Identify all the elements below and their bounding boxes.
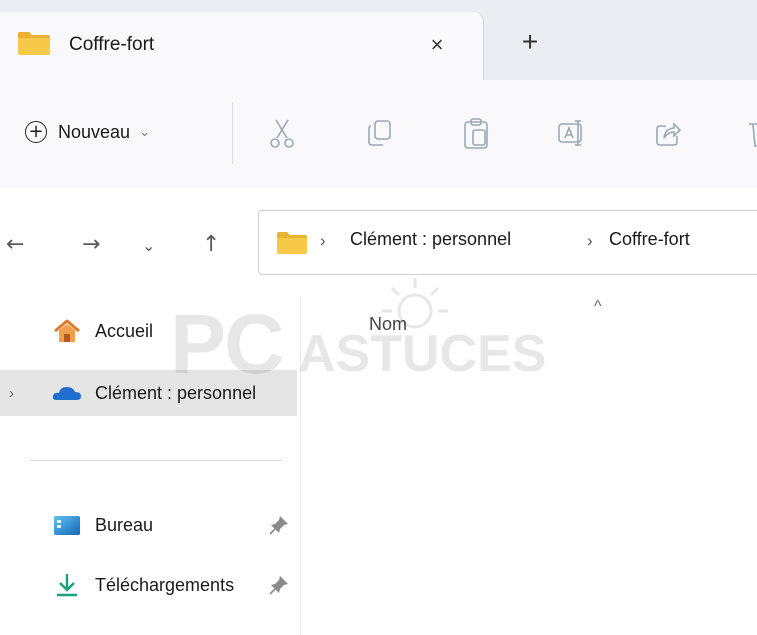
breadcrumb-personnel[interactable]: Clément : personnel <box>350 229 511 250</box>
address-bar[interactable]: › Clément : personnel › Coffre-fort <box>258 210 757 275</box>
sort-ascending-icon: ^ <box>594 298 602 315</box>
navigation-pane: Accueil › Clément : personnel Bureau Tél… <box>0 296 297 635</box>
add-circle-icon: + <box>25 121 47 143</box>
tab-title: Coffre-fort <box>69 34 155 55</box>
copy-icon[interactable] <box>364 116 396 150</box>
sidebar-item-label: Accueil <box>95 320 154 341</box>
sidebar-item-onedrive-personnel[interactable]: › Clément : personnel <box>0 370 297 416</box>
recent-locations-chevron-icon[interactable]: ⌄ <box>142 236 155 255</box>
command-bar: + Nouveau ⌄ <box>0 80 757 189</box>
file-list: ^ Nom <box>301 296 757 635</box>
toolbar-divider <box>232 102 233 164</box>
up-arrow-icon[interactable]: ↑ <box>202 232 220 257</box>
sidebar-divider <box>30 460 282 461</box>
rename-icon[interactable] <box>556 116 588 150</box>
pin-icon[interactable] <box>268 514 290 536</box>
delete-icon[interactable] <box>745 116 757 150</box>
sidebar-item-label: Bureau <box>95 514 154 535</box>
breadcrumb-separator: › <box>587 231 593 250</box>
breadcrumb-separator: › <box>320 231 326 250</box>
home-icon <box>54 319 80 342</box>
chevron-right-icon[interactable]: › <box>9 385 14 402</box>
onedrive-cloud-icon <box>52 387 81 400</box>
tab-coffre-fort[interactable]: Coffre-fort × <box>0 12 484 80</box>
new-button[interactable]: + Nouveau ⌄ <box>25 114 150 150</box>
folder-icon <box>18 32 50 55</box>
sidebar-item-label: Clément : personnel <box>95 382 257 403</box>
new-tab-button[interactable]: + <box>512 24 548 60</box>
sidebar-item-telechargements[interactable]: Téléchargements <box>0 562 297 608</box>
sidebar-item-bureau[interactable]: Bureau <box>0 502 297 548</box>
chevron-down-icon: ⌄ <box>139 124 150 139</box>
forward-arrow-icon[interactable]: → <box>82 232 100 257</box>
new-button-label: Nouveau <box>58 121 131 142</box>
title-bar: Coffre-fort × + <box>0 0 757 80</box>
back-arrow-icon[interactable]: ← <box>6 232 24 257</box>
download-icon <box>57 574 77 597</box>
column-header-name[interactable]: Nom <box>369 314 407 335</box>
sidebar-item-accueil[interactable]: Accueil <box>0 308 297 354</box>
desktop-icon <box>54 516 80 535</box>
breadcrumb-coffre-fort[interactable]: Coffre-fort <box>609 229 690 250</box>
cut-icon[interactable] <box>266 116 298 150</box>
sidebar-item-label: Téléchargements <box>95 574 235 595</box>
paste-icon[interactable] <box>460 116 492 150</box>
pin-icon[interactable] <box>268 574 290 596</box>
close-icon[interactable]: × <box>420 29 454 61</box>
share-icon[interactable] <box>652 116 684 150</box>
folder-icon <box>277 232 307 254</box>
navigation-bar: ← → ⌄ ↑ › Clément : personnel › Coffre-f… <box>0 188 757 296</box>
